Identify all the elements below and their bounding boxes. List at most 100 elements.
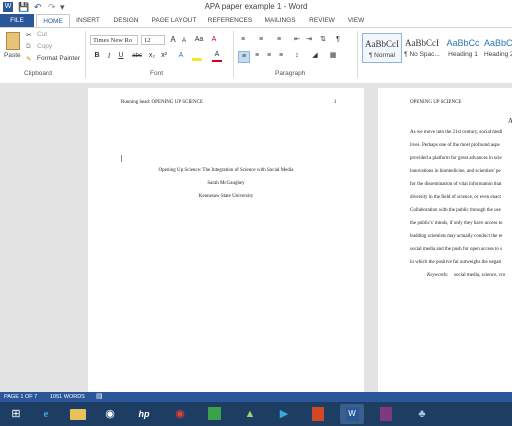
- style-name: ¶ Normal: [368, 52, 396, 59]
- cut-icon[interactable]: ✂: [26, 31, 31, 39]
- align-left-icon[interactable]: ≡: [238, 51, 250, 63]
- media-player-icon[interactable]: ▶: [272, 404, 296, 424]
- chrome-icon[interactable]: ◉: [168, 404, 192, 424]
- show-formatting-button[interactable]: ¶: [333, 35, 343, 45]
- page-count[interactable]: PAGE 1 OF 7: [4, 392, 37, 402]
- highlight-icon[interactable]: [192, 51, 202, 61]
- abstract-line: social media and the push for open acces…: [410, 247, 503, 252]
- italic-button[interactable]: I: [104, 51, 114, 61]
- style-sample: AaBbCc: [484, 38, 512, 48]
- author-name: Sarah McGaughey: [207, 181, 245, 186]
- abstract-line: budding scientists may actually conduct …: [410, 234, 503, 239]
- font-group-label: Font: [150, 70, 164, 77]
- shrink-font-button[interactable]: A: [179, 36, 189, 46]
- style-heading-1[interactable]: AaBbCc Heading 1: [443, 33, 483, 63]
- copy-button[interactable]: Copy: [37, 43, 52, 50]
- bold-button[interactable]: B: [92, 51, 102, 61]
- subscript-button[interactable]: x₂: [147, 51, 157, 61]
- underline-button[interactable]: U: [116, 51, 126, 61]
- divider: [233, 31, 234, 78]
- justify-icon[interactable]: ≡: [276, 51, 286, 61]
- abstract-line: for the dissemination of vital informati…: [410, 182, 502, 187]
- tab-home[interactable]: HOME: [36, 14, 70, 28]
- style-sample: AaBbCc: [446, 38, 480, 48]
- keywords-label: Keywords:: [427, 273, 449, 278]
- word-taskbar-icon[interactable]: W: [340, 404, 364, 424]
- tab-design[interactable]: DESIGN: [110, 14, 142, 27]
- font-name-combo[interactable]: Times New Ro: [90, 35, 138, 45]
- store-icon[interactable]: [202, 404, 226, 424]
- format-painter-button[interactable]: Format Painter: [37, 55, 80, 62]
- taskbar: ⊞ e ◉ hp ◉ ▲ ▶ W ♣: [0, 402, 512, 426]
- abstract-line: provided a platform for great advances i…: [410, 156, 502, 161]
- window-title: APA paper example 1 - Word: [204, 2, 308, 11]
- format-painter-icon[interactable]: ✎: [26, 55, 31, 63]
- page-1[interactable]: Running head: OPENING UP SCIENCE 1 Openi…: [88, 88, 364, 392]
- style-heading-2[interactable]: AaBbCc Heading 2: [484, 33, 512, 63]
- copy-icon[interactable]: ⧉: [26, 43, 31, 51]
- internet-explorer-icon[interactable]: e: [34, 404, 58, 424]
- file-explorer-icon[interactable]: [66, 404, 90, 424]
- multilevel-list-icon[interactable]: ≡: [274, 35, 284, 45]
- divider: [357, 31, 358, 78]
- divider: [85, 31, 86, 78]
- shading-icon[interactable]: ◢: [310, 51, 320, 61]
- abstract-line: innovations in biomedicine, and scientis…: [410, 169, 501, 174]
- text-cursor: [121, 155, 122, 162]
- clear-formatting-button[interactable]: A: [209, 35, 219, 45]
- numbering-icon[interactable]: ≡: [256, 35, 266, 45]
- text-effects-icon[interactable]: A: [176, 51, 186, 61]
- title-bar: W 💾 ↶ ↷ ▾ APA paper example 1 - Word: [0, 0, 512, 14]
- page-2[interactable]: OPENING UP SCIENCE A As we move into the…: [378, 88, 512, 392]
- abstract-line: in which the positive far outweighs the …: [410, 260, 502, 265]
- hp-icon[interactable]: hp: [132, 404, 156, 424]
- abstract-heading: A: [508, 117, 512, 125]
- cut-button[interactable]: Cut: [37, 31, 47, 38]
- tab-view[interactable]: VIEW: [342, 14, 370, 27]
- word-count[interactable]: 1051 WORDS: [50, 392, 85, 402]
- bullets-icon[interactable]: ≡: [238, 35, 248, 45]
- start-icon[interactable]: ⊞: [4, 404, 28, 424]
- grow-font-button[interactable]: A: [168, 35, 178, 45]
- style-sample: AaBbCcI: [405, 38, 439, 48]
- borders-icon[interactable]: ▦: [328, 51, 338, 61]
- tab-references[interactable]: REFERENCES: [206, 14, 254, 27]
- align-right-icon[interactable]: ≡: [264, 51, 274, 61]
- style-normal[interactable]: AaBbCcI ¶ Normal: [362, 33, 402, 63]
- paper-title: Opening Up Science: The Integration of S…: [158, 168, 294, 173]
- change-case-button[interactable]: Aa: [192, 35, 206, 45]
- style-no-spacing[interactable]: AaBbCcI ¶ No Spac...: [402, 33, 442, 63]
- office-icon[interactable]: [306, 404, 330, 424]
- align-center-icon[interactable]: ≡: [252, 51, 262, 61]
- clipboard-icon[interactable]: [6, 32, 20, 50]
- style-sample: AaBbCcI: [365, 39, 399, 49]
- strikethrough-button[interactable]: abc: [130, 51, 144, 61]
- style-name: Heading 1: [448, 51, 478, 58]
- abstract-line: the public's' minds, if only they have a…: [410, 221, 503, 226]
- tab-file[interactable]: FILE: [0, 14, 34, 27]
- page-number: 1: [334, 100, 337, 105]
- style-name: Heading 2: [484, 51, 512, 58]
- font-size-combo[interactable]: 12: [141, 35, 165, 45]
- tab-mailings[interactable]: MAILINGS: [260, 14, 300, 27]
- font-color-button[interactable]: A: [212, 50, 222, 60]
- paint-icon[interactable]: ♣: [410, 404, 434, 424]
- superscript-button[interactable]: x²: [159, 51, 169, 61]
- onenote-icon[interactable]: [374, 404, 398, 424]
- running-head: Running head: OPENING UP SCIENCE: [121, 100, 204, 105]
- increase-indent-icon[interactable]: ⇥: [304, 35, 314, 45]
- paste-button[interactable]: Paste: [4, 52, 21, 59]
- line-spacing-icon[interactable]: ↕: [292, 51, 302, 61]
- ribbon-tabs: FILE HOME INSERT DESIGN PAGE LAYOUT REFE…: [0, 14, 512, 28]
- font-color-bar: [212, 60, 222, 62]
- style-name: ¶ No Spac...: [404, 51, 440, 58]
- sort-icon[interactable]: ⇅: [318, 35, 328, 45]
- proofing-icon[interactable]: ▤: [96, 392, 103, 402]
- photos-icon[interactable]: ▲: [238, 404, 262, 424]
- tab-review[interactable]: REVIEW: [306, 14, 338, 27]
- tab-insert[interactable]: INSERT: [72, 14, 104, 27]
- decrease-indent-icon[interactable]: ⇤: [292, 35, 302, 45]
- camera-icon[interactable]: ◉: [98, 404, 122, 424]
- tab-page-layout[interactable]: PAGE LAYOUT: [148, 14, 200, 27]
- abstract-line: Collaboration with the public through th…: [410, 208, 501, 213]
